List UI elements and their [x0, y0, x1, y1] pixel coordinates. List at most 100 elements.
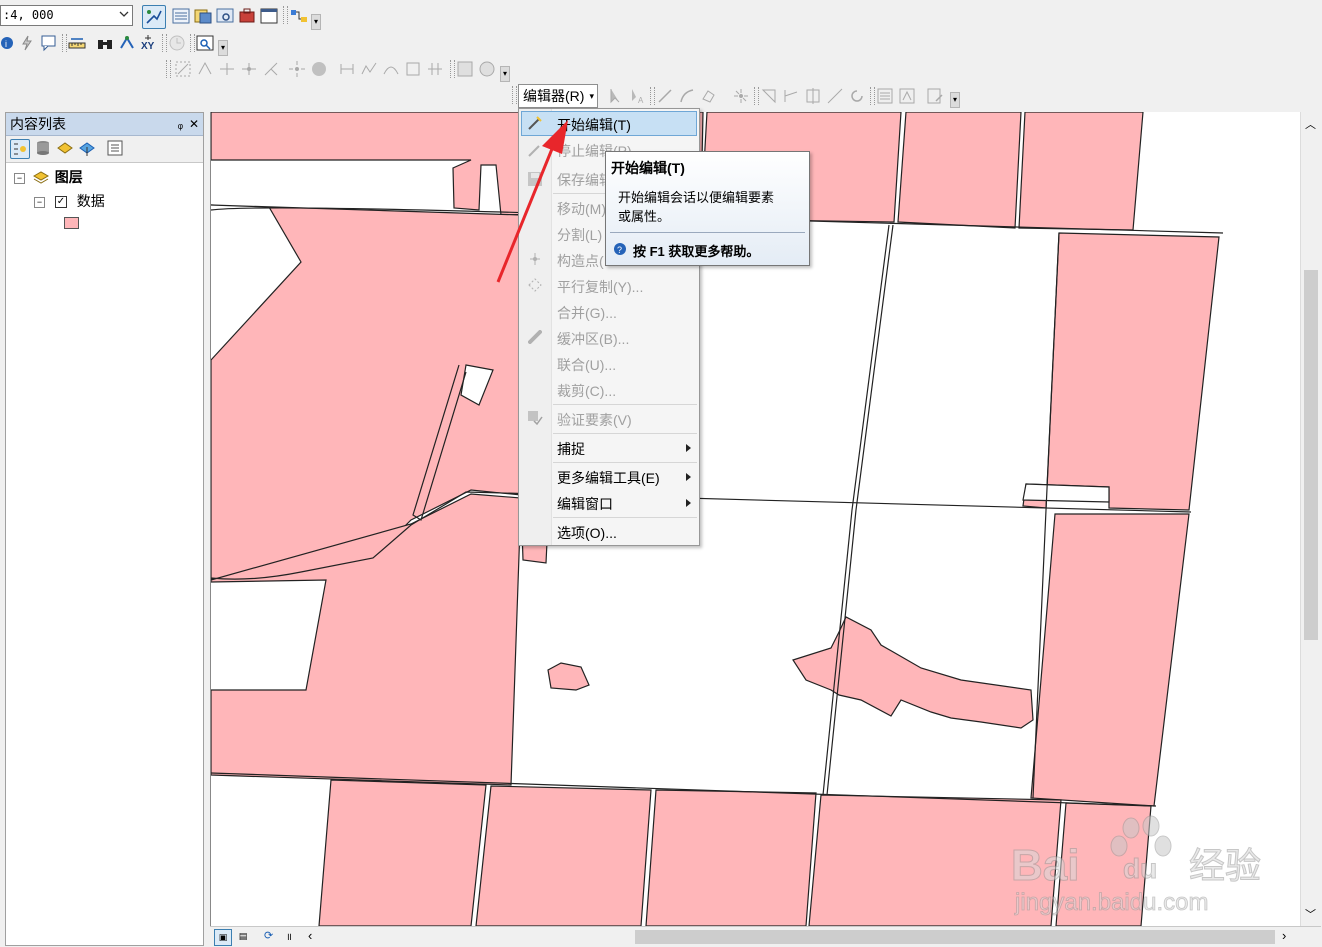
model-builder-icon[interactable] [290, 7, 308, 25]
scroll-up-icon[interactable]: ︿ [1305, 116, 1316, 132]
modify-edge-icon[interactable] [426, 60, 444, 78]
tooltip-help: 按 F1 获取更多帮助。 [633, 244, 760, 259]
editor-toolbar-toggle-icon[interactable] [142, 5, 166, 29]
scroll-left-icon[interactable]: ‹ [308, 928, 312, 943]
list-by-drawing-order-icon[interactable] [10, 139, 30, 159]
toolbar-grip[interactable] [190, 34, 195, 52]
toolbar-grip[interactable] [283, 6, 288, 24]
toolbar-overflow-button[interactable]: ▾ [500, 66, 510, 82]
rotate-icon[interactable] [848, 87, 866, 105]
menu-item-clip[interactable]: 裁剪(C)... [557, 381, 616, 401]
close-icon[interactable]: ✕ [189, 113, 199, 135]
reshape-edge-icon[interactable] [404, 60, 422, 78]
arctoolbox-icon[interactable] [238, 7, 256, 25]
measure-icon[interactable] [68, 34, 86, 52]
midpoint-icon[interactable] [732, 87, 750, 105]
list-by-visibility-icon[interactable] [56, 139, 74, 157]
identify-icon[interactable]: i [0, 34, 18, 52]
chevron-down-icon[interactable] [119, 9, 129, 19]
python-window-icon[interactable] [260, 7, 278, 25]
table-of-contents-icon[interactable] [172, 7, 190, 25]
fix-topology-icon[interactable] [196, 60, 214, 78]
html-popup-icon[interactable] [40, 34, 58, 52]
attributes-icon[interactable] [876, 87, 894, 105]
smooth-icon[interactable] [382, 60, 400, 78]
toolbar-grip[interactable] [512, 86, 517, 104]
menu-item-editing-windows[interactable]: 编辑窗口 [557, 494, 613, 514]
svg-text:?: ? [617, 245, 622, 255]
end-point-arc-icon[interactable] [678, 87, 696, 105]
edit-tool-icon[interactable] [606, 87, 624, 105]
scroll-right-icon[interactable]: › [1282, 928, 1286, 943]
toolbar-grip[interactable] [166, 60, 171, 78]
toolbar-grip[interactable] [754, 87, 759, 105]
reshape-tool-icon[interactable] [240, 60, 258, 78]
list-by-selection-icon[interactable] [78, 139, 96, 157]
validate-topology-icon[interactable] [456, 60, 474, 78]
toolbar-overflow-button[interactable]: ▾ [950, 92, 960, 108]
map-vertical-scrollbar[interactable]: ︿ ﹀ [1300, 112, 1322, 926]
svg-text:XY: XY [141, 41, 155, 52]
create-viewer-window-icon[interactable] [196, 34, 214, 52]
time-slider-icon[interactable] [168, 34, 186, 52]
map-scale-value: :4, 000 [3, 8, 54, 22]
reshape-feature-icon[interactable] [782, 87, 800, 105]
go-to-xy-icon[interactable]: XY [140, 34, 158, 52]
toolbar-grip[interactable] [650, 87, 655, 105]
construction-tools-icon[interactable] [700, 87, 718, 105]
menu-item-options[interactable]: 选项(O)... [557, 523, 617, 543]
data-view-button[interactable]: ▣ [214, 929, 232, 946]
find-binoculars-icon[interactable] [96, 34, 114, 52]
split-line-icon[interactable] [826, 87, 844, 105]
search-window-icon[interactable] [216, 7, 234, 25]
find-route-icon[interactable] [118, 34, 136, 52]
snapping-icon[interactable] [288, 60, 306, 78]
map-bottom-bar: ▣ ▤ ⟳ ॥ ‹ › [210, 926, 1321, 947]
menu-item-snapping[interactable]: 捕捉 [557, 439, 585, 459]
cut-polygon-icon[interactable] [262, 60, 280, 78]
scroll-down-icon[interactable]: ﹀ [1305, 906, 1316, 922]
sketch-properties-icon[interactable] [898, 87, 916, 105]
topology-edit-icon[interactable] [174, 60, 192, 78]
toolbar-overflow-button[interactable]: ▾ [311, 14, 321, 30]
menu-item-validate-features[interactable]: 验证要素(V) [557, 410, 632, 430]
menu-item-more-editing-tools[interactable]: 更多编辑工具(E) [557, 468, 660, 488]
pin-icon[interactable]: ᵩ [178, 113, 183, 135]
toolbar-grip[interactable] [450, 60, 455, 78]
catalog-icon[interactable] [194, 7, 212, 25]
options-icon[interactable] [106, 139, 124, 157]
list-by-source-icon[interactable] [34, 139, 52, 157]
scrollbar-thumb[interactable] [1304, 270, 1318, 640]
collapse-icon[interactable]: − [34, 196, 45, 208]
map-scale-combobox[interactable]: :4, 000 [0, 5, 133, 26]
toolbar-grip[interactable] [870, 87, 875, 105]
straight-segment-icon[interactable] [656, 87, 674, 105]
toolbar-overflow-button[interactable]: ▾ [218, 40, 228, 56]
create-features-icon[interactable] [926, 87, 944, 105]
layers-node[interactable]: − 图层 [14, 167, 83, 187]
toolbar-grip[interactable] [162, 34, 167, 52]
edit-vertices-icon[interactable] [760, 87, 778, 105]
horizontal-scrollbar-thumb[interactable] [635, 930, 1275, 944]
data-layer-node[interactable]: − ✓ 数据 [34, 191, 105, 211]
editor-menu-button[interactable]: 编辑器(R) ▾ [518, 84, 598, 108]
cut-polygons-icon[interactable] [804, 87, 822, 105]
pause-drawing-icon[interactable]: ॥ [286, 929, 292, 943]
edit-annotation-icon[interactable]: A [628, 87, 646, 105]
menu-separator [553, 404, 697, 405]
menu-item-merge[interactable]: 合并(G)... [557, 303, 617, 323]
sphere-icon[interactable] [310, 60, 328, 78]
layer-symbol-swatch[interactable] [64, 217, 79, 229]
toolbar-grip[interactable] [62, 34, 67, 52]
generalize-icon[interactable] [360, 60, 378, 78]
align-edge-icon[interactable] [338, 60, 356, 78]
refresh-icon[interactable]: ⟳ [264, 929, 273, 942]
hyperlink-icon[interactable] [18, 34, 36, 52]
visibility-checkbox[interactable]: ✓ [54, 196, 67, 209]
split-tool-icon[interactable] [218, 60, 236, 78]
error-inspector-icon[interactable] [478, 60, 496, 78]
collapse-icon[interactable]: − [14, 172, 25, 184]
layout-view-button[interactable]: ▤ [235, 929, 251, 944]
menu-item-buffer[interactable]: 缓冲区(B)... [557, 329, 629, 349]
menu-item-union[interactable]: 联合(U)... [557, 355, 616, 375]
